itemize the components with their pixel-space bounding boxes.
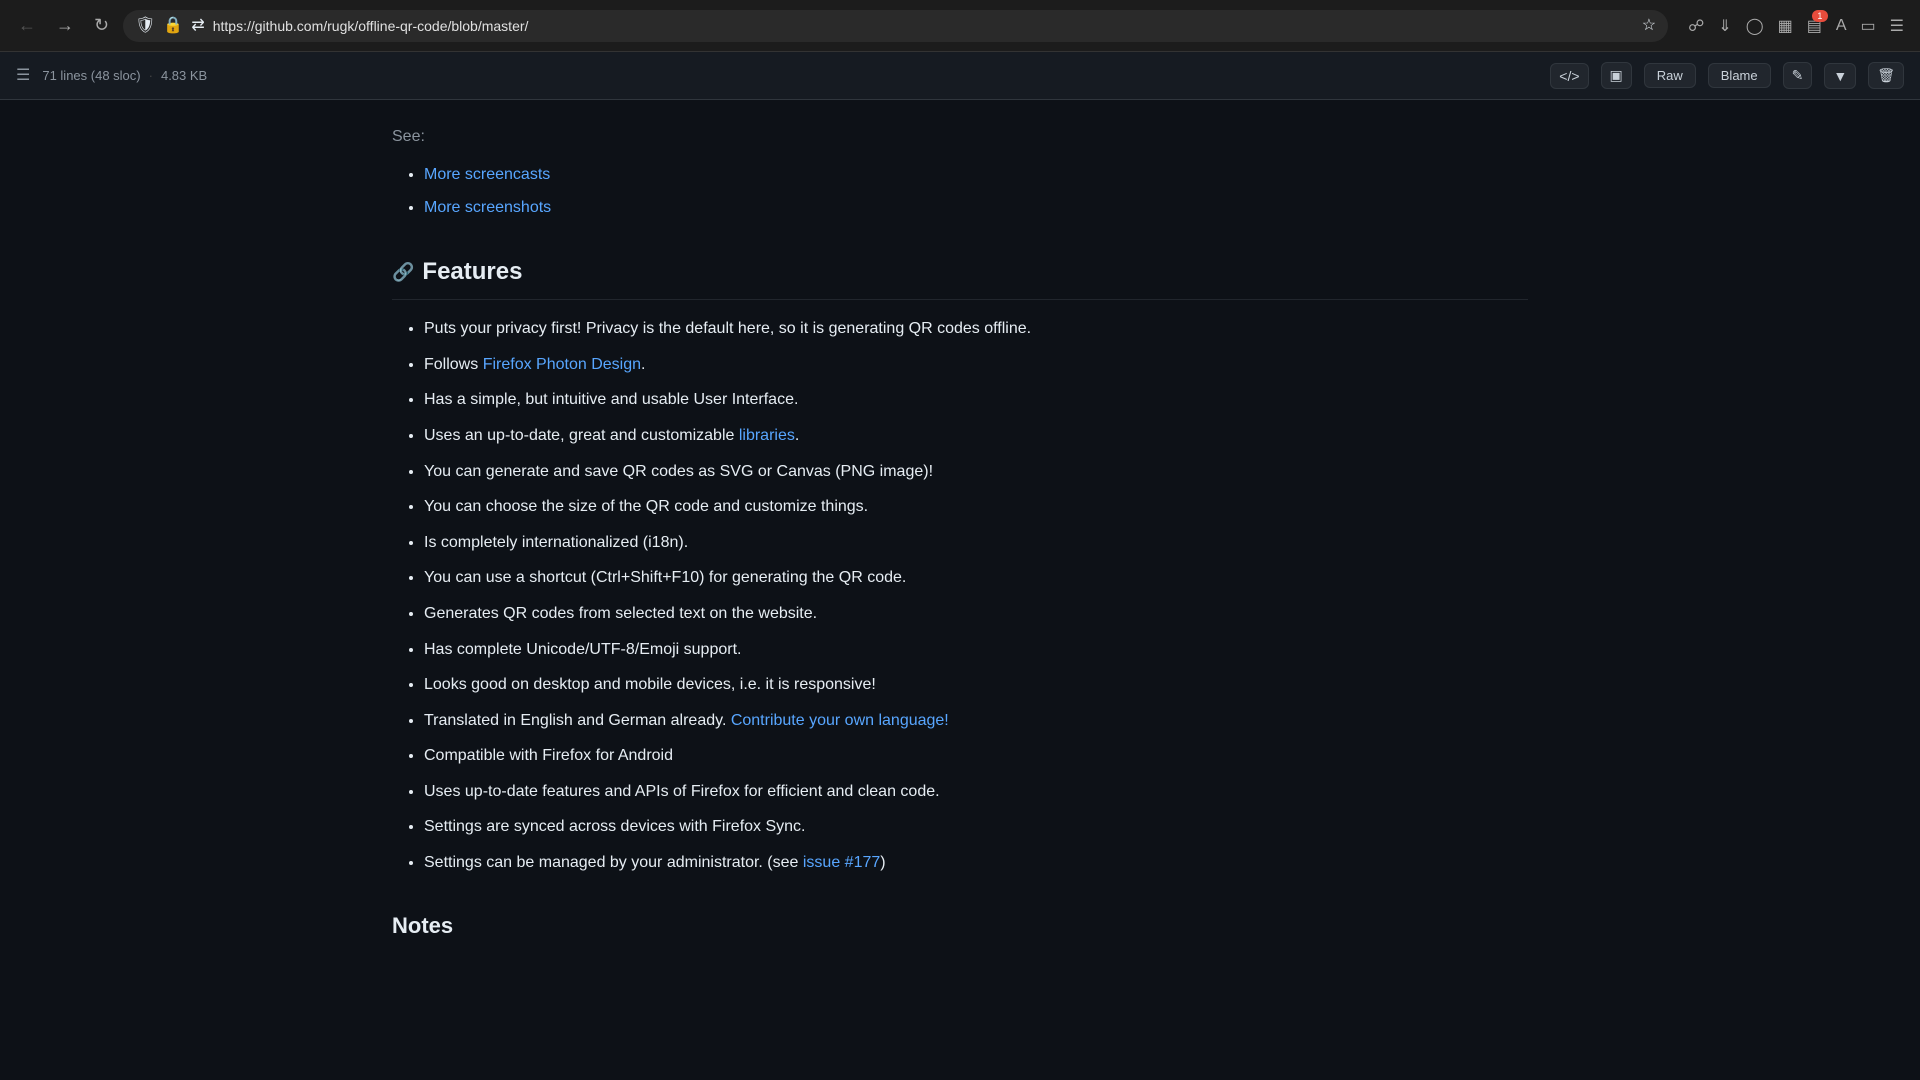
address-input[interactable] — [213, 18, 1634, 34]
feature-text-before: Translated in English and German already… — [424, 712, 731, 729]
feature-text: You can use a shortcut (Ctrl+Shift+F10) … — [424, 569, 906, 586]
feature-text-after: . — [641, 356, 645, 373]
see-links-list: More screencasts More screenshots — [392, 162, 1528, 221]
features-heading: Features — [422, 253, 522, 291]
shield-icon: 🛡 — [135, 14, 155, 38]
list-item: Uses up-to-date features and APIs of Fir… — [424, 779, 1528, 805]
menu-button[interactable]: ☰ — [1886, 12, 1908, 40]
edit-dropdown-button[interactable]: ▼ — [1824, 63, 1856, 89]
track-icon: ⇄ — [191, 14, 204, 38]
notes-heading: Notes — [392, 908, 1528, 943]
feature-text: Compatible with Firefox for Android — [424, 747, 673, 764]
screenshots-link[interactable]: More screenshots — [424, 199, 551, 216]
lock-icon: 🔒 — [163, 14, 183, 38]
feature-text: Looks good on desktop and mobile devices… — [424, 676, 876, 693]
addon-badge: 1 — [1812, 10, 1828, 22]
list-item: You can generate and save QR codes as SV… — [424, 459, 1528, 485]
list-item: Uses an up-to-date, great and customizab… — [424, 423, 1528, 449]
translate-button[interactable]: A — [1832, 13, 1851, 39]
feature-text-after: . — [795, 427, 799, 444]
copy-raw-button[interactable]: ▣ — [1601, 62, 1632, 89]
browser-icons: ☍ ⇓ ◯ ▦ ▤ 1 A ▭ ☰ — [1684, 12, 1908, 40]
features-anchor-icon[interactable]: 🔗 — [392, 258, 414, 287]
extra-button[interactable]: ▭ — [1857, 12, 1880, 40]
list-item: Follows Firefox Photon Design. — [424, 352, 1528, 378]
features-list: Puts your privacy first! Privacy is the … — [392, 316, 1528, 876]
contribute-language-link[interactable]: Contribute your own language! — [731, 712, 949, 729]
reload-button[interactable]: ↻ — [88, 11, 115, 40]
bookmark-icon[interactable]: ☆ — [1642, 14, 1656, 38]
list-item: Looks good on desktop and mobile devices… — [424, 672, 1528, 698]
feature-text: Settings are synced across devices with … — [424, 818, 806, 835]
delete-button[interactable]: 🗑 — [1868, 62, 1904, 89]
list-item: Generates QR codes from selected text on… — [424, 601, 1528, 627]
feature-text-before: Settings can be managed by your administ… — [424, 854, 803, 871]
profile-button[interactable]: ◯ — [1742, 12, 1768, 40]
list-item: Settings are synced across devices with … — [424, 814, 1528, 840]
feature-text: Is completely internationalized (i18n). — [424, 534, 688, 551]
list-item: Has complete Unicode/UTF-8/Emoji support… — [424, 637, 1528, 663]
addon-button[interactable]: ▤ 1 — [1803, 12, 1826, 40]
feature-text: Has a simple, but intuitive and usable U… — [424, 391, 798, 408]
feature-text-before: Uses an up-to-date, great and customizab… — [424, 427, 739, 444]
browser-chrome: ← → ↻ 🛡 🔒 ⇄ ☆ ☍ ⇓ ◯ ▦ ▤ 1 A ▭ ☰ — [0, 0, 1920, 52]
feature-text: Generates QR codes from selected text on… — [424, 605, 817, 622]
notes-section: Notes — [392, 908, 1528, 943]
back-button[interactable]: ← — [12, 11, 42, 40]
list-item: More screencasts — [424, 162, 1528, 188]
feature-text: Uses up-to-date features and APIs of Fir… — [424, 783, 940, 800]
edit-button[interactable]: ✎ — [1783, 62, 1813, 89]
libraries-link[interactable]: libraries — [739, 427, 795, 444]
content-wrapper: See: More screencasts More screenshots 🔗… — [360, 100, 1560, 983]
size-info: 4.83 KB — [161, 66, 207, 86]
blame-button[interactable]: Blame — [1708, 63, 1771, 88]
list-item: Compatible with Firefox for Android — [424, 743, 1528, 769]
file-info: 71 lines (48 sloc) · 4.83 KB — [42, 66, 207, 86]
feature-text: You can choose the size of the QR code a… — [424, 498, 868, 515]
feature-text: Has complete Unicode/UTF-8/Emoji support… — [424, 641, 741, 658]
reader-view-button[interactable]: ☍ — [1684, 12, 1708, 40]
extensions-button[interactable]: ▦ — [1774, 12, 1797, 40]
list-item: Translated in English and German already… — [424, 708, 1528, 734]
issue-177-link[interactable]: issue #177 — [803, 854, 880, 871]
list-item: Is completely internationalized (i18n). — [424, 530, 1528, 556]
features-heading-container: 🔗 Features — [392, 253, 1528, 300]
list-item: You can use a shortcut (Ctrl+Shift+F10) … — [424, 565, 1528, 591]
list-item: Has a simple, but intuitive and usable U… — [424, 387, 1528, 413]
lines-icon: ☰ — [16, 64, 30, 88]
list-item: Settings can be managed by your administ… — [424, 850, 1528, 876]
lines-info: 71 lines (48 sloc) — [42, 66, 140, 86]
list-item: Puts your privacy first! Privacy is the … — [424, 316, 1528, 342]
address-bar-container: 🛡 🔒 ⇄ ☆ — [123, 10, 1668, 42]
download-button[interactable]: ⇓ — [1714, 12, 1735, 40]
feature-text: You can generate and save QR codes as SV… — [424, 463, 933, 480]
see-label: See: — [392, 124, 1528, 150]
list-item: More screenshots — [424, 195, 1528, 221]
feature-text-after: ) — [880, 854, 885, 871]
file-toolbar: ☰ 71 lines (48 sloc) · 4.83 KB </> ▣ Raw… — [0, 52, 1920, 100]
photon-link[interactable]: Firefox Photon Design — [483, 356, 641, 373]
forward-button[interactable]: → — [50, 11, 80, 40]
feature-text-before: Follows — [424, 356, 483, 373]
code-view-button[interactable]: </> — [1550, 63, 1588, 89]
raw-button[interactable]: Raw — [1644, 63, 1696, 88]
list-item: You can choose the size of the QR code a… — [424, 494, 1528, 520]
screencasts-link[interactable]: More screencasts — [424, 166, 550, 183]
markdown-body: See: More screencasts More screenshots 🔗… — [392, 124, 1528, 943]
feature-text: Puts your privacy first! Privacy is the … — [424, 320, 1031, 337]
